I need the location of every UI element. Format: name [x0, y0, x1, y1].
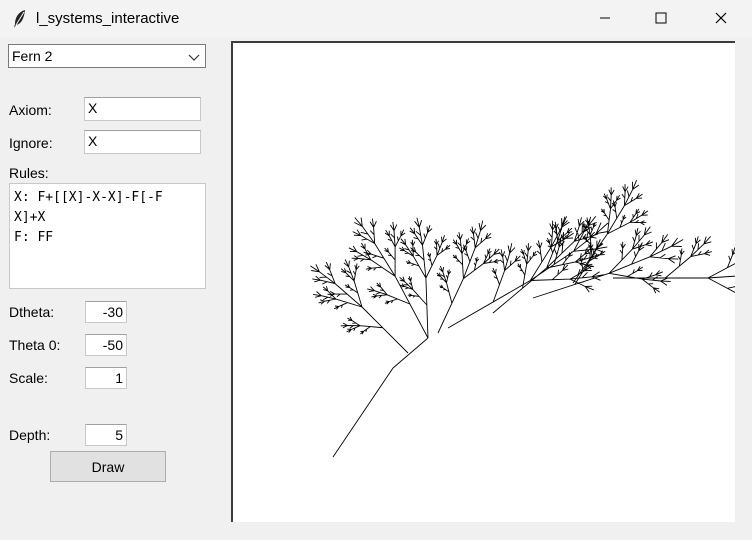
ignore-label: Ignore:: [9, 135, 53, 151]
minimize-icon: [599, 11, 611, 27]
axiom-label: Axiom:: [9, 102, 52, 118]
window-title: l_systems_interactive: [36, 10, 180, 27]
draw-button[interactable]: Draw: [50, 451, 166, 482]
drawing-canvas[interactable]: [231, 41, 735, 522]
depth-input[interactable]: 5: [85, 424, 127, 446]
maximize-button[interactable]: [638, 0, 684, 38]
theta0-input[interactable]: -50: [85, 334, 127, 356]
preset-selected-value: Fern 2: [12, 48, 53, 64]
depth-label: Depth:: [9, 427, 51, 443]
dtheta-label: Dtheta:: [9, 304, 55, 320]
title-bar: l_systems_interactive: [0, 0, 752, 38]
minimize-button[interactable]: [582, 0, 628, 38]
axiom-input[interactable]: X: [84, 97, 201, 121]
fern-branches: [310, 180, 735, 458]
rules-label: Rules:: [9, 165, 49, 181]
ignore-input[interactable]: X: [84, 130, 201, 154]
close-icon: [715, 11, 727, 27]
fern-drawing: [310, 180, 735, 458]
scale-input[interactable]: 1: [85, 367, 127, 389]
preset-select[interactable]: Fern 2: [8, 44, 206, 68]
close-button[interactable]: [698, 0, 744, 38]
chevron-down-icon: [188, 50, 200, 66]
feather-icon: [12, 9, 28, 29]
dtheta-input[interactable]: -30: [85, 301, 127, 323]
scale-label: Scale:: [9, 370, 48, 386]
maximize-icon: [655, 11, 667, 27]
rules-textarea[interactable]: X: F+[[X]-X-X]-F[-F X]+X F: FF: [9, 183, 206, 289]
theta0-label: Theta 0:: [9, 337, 61, 353]
